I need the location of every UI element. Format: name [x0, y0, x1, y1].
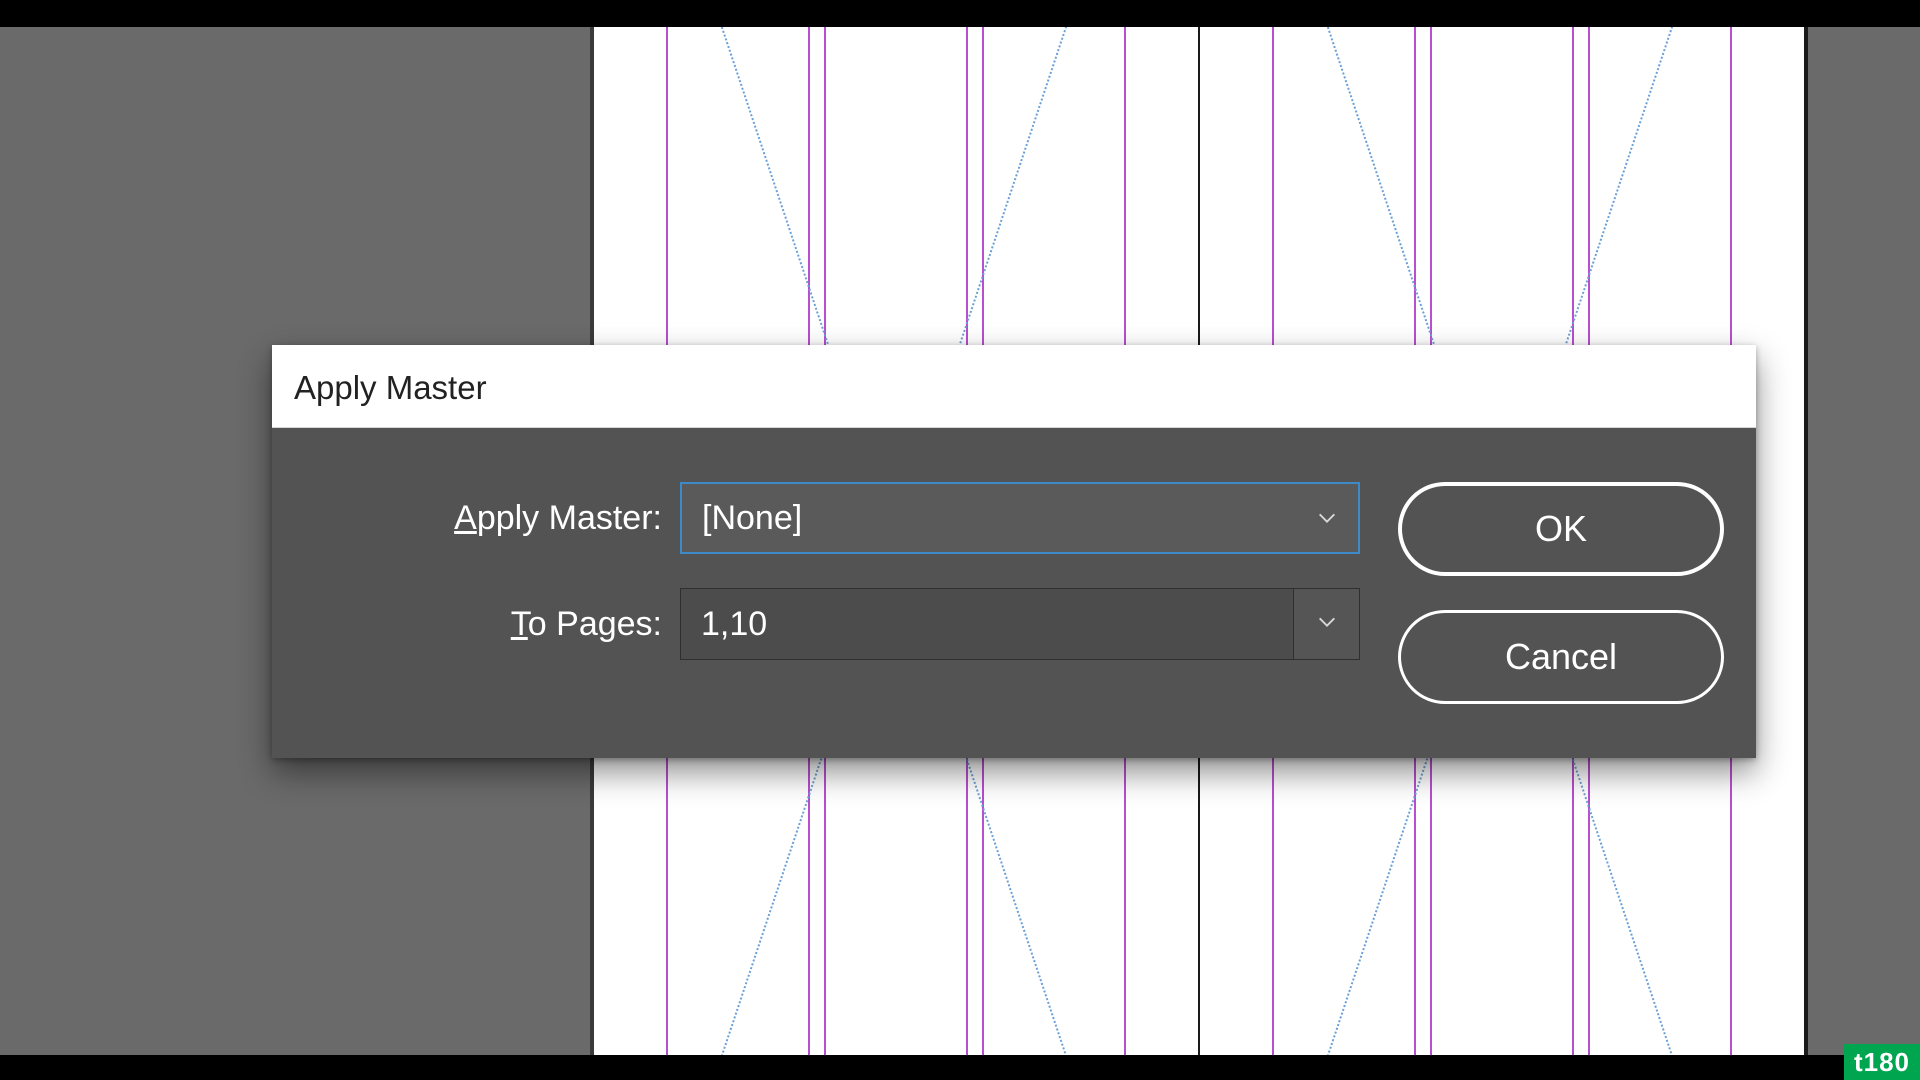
to-pages-label: To Pages:: [312, 605, 662, 644]
ok-button[interactable]: OK: [1398, 482, 1724, 576]
watermark-badge: t180: [1844, 1044, 1920, 1080]
apply-master-dialog: Apply Master Apply Master: [None]: [272, 345, 1756, 758]
to-pages-value[interactable]: 1,10: [680, 588, 1294, 660]
to-pages-combobox[interactable]: 1,10: [680, 588, 1360, 660]
to-pages-dropdown-button[interactable]: [1294, 588, 1360, 660]
dialog-title: Apply Master: [272, 345, 1756, 428]
chevron-down-icon: [1316, 611, 1338, 638]
canvas-background: Apply Master Apply Master: [None]: [0, 27, 1920, 1055]
chevron-down-icon: [1316, 507, 1338, 529]
apply-master-value: [None]: [702, 499, 802, 538]
cancel-button[interactable]: Cancel: [1398, 610, 1724, 704]
apply-master-label: Apply Master:: [312, 499, 662, 538]
apply-master-dropdown[interactable]: [None]: [680, 482, 1360, 554]
